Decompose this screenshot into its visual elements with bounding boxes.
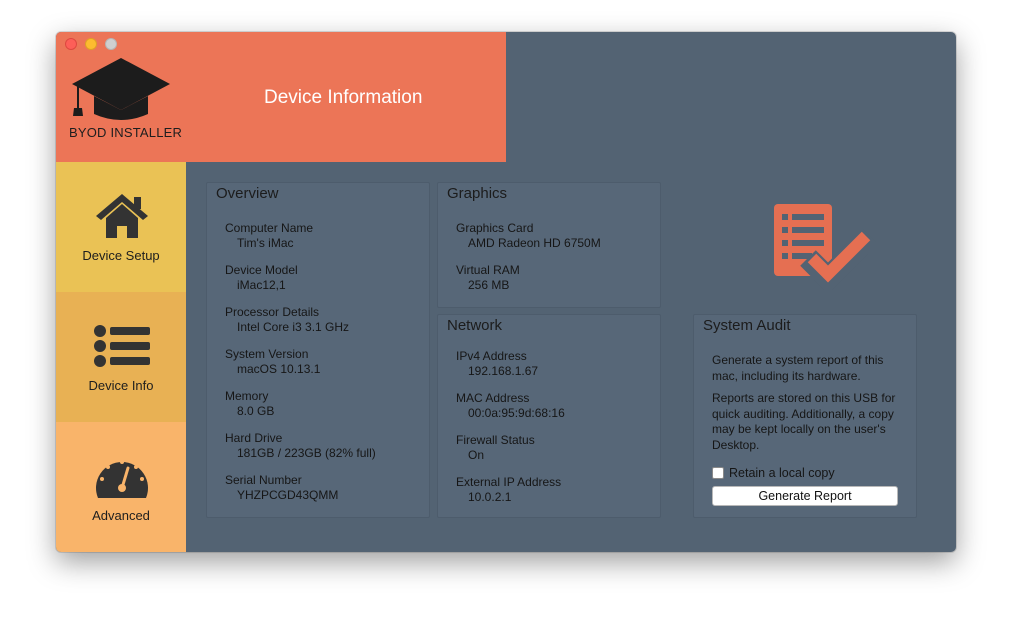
firewall-status-field: Firewall Status On (456, 433, 535, 463)
list-icon (94, 325, 150, 367)
field-value: 181GB / 223GB (82% full) (237, 446, 376, 460)
sidebar-item-device-setup[interactable]: Device Setup (56, 162, 186, 292)
retain-copy-label[interactable]: Retain a local copy (729, 466, 835, 480)
serial-number-field: Serial Number YHZPCGD43QMM (225, 473, 338, 503)
field-value: AMD Radeon HD 6750M (468, 236, 601, 250)
sidebar-item-advanced[interactable]: Advanced (56, 422, 186, 552)
field-value: Intel Core i3 3.1 GHz (237, 320, 350, 334)
sidebar: Device Setup Device Info Advanced (56, 162, 186, 552)
brand-name: BYOD INSTALLER (69, 125, 183, 140)
field-label: External IP Address (456, 475, 562, 489)
field-value: Tim's iMac (237, 236, 294, 250)
system-audit-panel: System Audit Generate a system report of… (693, 314, 917, 518)
field-label: Hard Drive (225, 431, 283, 445)
graphics-panel: Graphics Graphics Card AMD Radeon HD 675… (437, 182, 661, 308)
window-controls (65, 38, 117, 50)
minimize-button[interactable] (85, 38, 97, 50)
field-value: 256 MB (468, 278, 510, 292)
system-audit-title: System Audit (703, 317, 791, 334)
close-button[interactable] (65, 38, 77, 50)
home-icon (96, 194, 148, 238)
external-ip-field: External IP Address 10.0.2.1 (456, 475, 561, 505)
network-title: Network (447, 317, 503, 334)
field-label: MAC Address (456, 391, 530, 405)
zoom-button[interactable] (105, 38, 117, 50)
graphics-card-field: Graphics Card AMD Radeon HD 6750M (456, 221, 601, 251)
field-label: Virtual RAM (456, 263, 520, 277)
field-value: 10.0.2.1 (468, 490, 512, 504)
processor-field: Processor Details Intel Core i3 3.1 GHz (225, 305, 349, 335)
ipv4-field: IPv4 Address 192.168.1.67 (456, 349, 538, 379)
field-label: Device Model (225, 263, 298, 277)
overview-panel: Overview Computer Name Tim's iMac Device… (206, 182, 430, 518)
field-label: Serial Number (225, 473, 302, 487)
field-label: Processor Details (225, 305, 320, 319)
hard-drive-field: Hard Drive 181GB / 223GB (82% full) (225, 431, 376, 461)
overview-title: Overview (216, 185, 279, 202)
audit-description: Generate a system report of this mac, in… (712, 353, 884, 383)
device-model-field: Device Model iMac12,1 (225, 263, 298, 293)
sidebar-item-label: Advanced (92, 508, 150, 523)
field-label: Graphics Card (456, 221, 534, 235)
computer-name-field: Computer Name Tim's iMac (225, 221, 313, 251)
report-check-icon (774, 204, 876, 290)
system-version-field: System Version macOS 10.13.1 (225, 347, 320, 377)
field-label: Firewall Status (456, 433, 535, 447)
sidebar-item-device-info[interactable]: Device Info (56, 292, 186, 422)
field-label: Memory (225, 389, 269, 403)
graduation-cap-icon (72, 58, 170, 120)
field-value: On (468, 448, 485, 462)
audit-note: Reports are stored on this USB for quick… (712, 391, 896, 452)
retain-copy-row[interactable]: Retain a local copy (712, 466, 835, 480)
field-value: 00:0a:95:9d:68:16 (468, 406, 565, 420)
field-value: 8.0 GB (237, 404, 275, 418)
field-label: IPv4 Address (456, 349, 527, 363)
page-title: Device Information (264, 87, 423, 108)
field-label: System Version (225, 347, 309, 361)
field-value: iMac12,1 (237, 278, 286, 292)
header: BYOD INSTALLER Device Information (56, 32, 506, 162)
field-value: macOS 10.13.1 (237, 362, 321, 376)
generate-report-button[interactable]: Generate Report (712, 486, 898, 506)
field-value: YHZPCGD43QMM (237, 488, 339, 502)
retain-copy-checkbox[interactable] (712, 467, 724, 479)
virtual-ram-field: Virtual RAM 256 MB (456, 263, 520, 293)
app-window: BYOD INSTALLER Device Information Device… (56, 32, 956, 552)
gauge-icon (96, 460, 148, 498)
mac-address-field: MAC Address 00:0a:95:9d:68:16 (456, 391, 565, 421)
sidebar-item-label: Device Info (88, 378, 154, 393)
graphics-title: Graphics (447, 185, 508, 202)
sidebar-item-label: Device Setup (82, 248, 160, 263)
field-label: Computer Name (225, 221, 314, 235)
memory-field: Memory 8.0 GB (225, 389, 274, 419)
field-value: 192.168.1.67 (468, 364, 539, 378)
network-panel: Network IPv4 Address 192.168.1.67 MAC Ad… (437, 314, 661, 518)
